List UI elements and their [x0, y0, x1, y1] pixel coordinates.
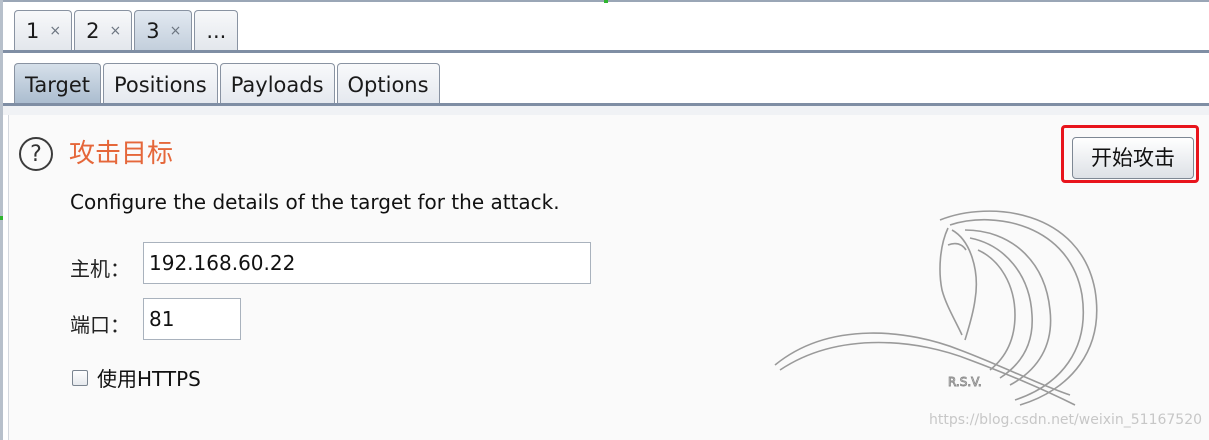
- new-tab-button[interactable]: ...: [194, 10, 239, 50]
- use-https-label[interactable]: 使用HTTPS: [97, 363, 201, 392]
- host-input[interactable]: 192.168.60.22: [143, 242, 591, 284]
- use-https-row: 使用HTTPS: [72, 363, 201, 392]
- help-icon[interactable]: ?: [19, 137, 53, 171]
- close-icon[interactable]: ×: [49, 23, 61, 39]
- attack-tab-strip: 1 × 2 × 3 × ...: [14, 10, 240, 52]
- tab-label: 1: [26, 18, 40, 43]
- logo-text: R.S.V.: [948, 375, 982, 389]
- use-https-checkbox[interactable]: [72, 369, 88, 386]
- tab-options[interactable]: Options: [336, 63, 440, 105]
- horse-logo: R.S.V.: [774, 210, 1098, 406]
- section-title: 攻击目标: [69, 139, 174, 169]
- tab-strip-divider: [3, 50, 1209, 53]
- tab-positions[interactable]: Positions: [102, 63, 218, 105]
- host-label: 主机：: [70, 257, 130, 281]
- start-attack-button[interactable]: 开始攻击: [1072, 137, 1194, 179]
- port-input[interactable]: 81: [143, 298, 241, 340]
- panel-gap: [3, 106, 1209, 115]
- tab-label: ...: [206, 18, 227, 43]
- tab-payloads[interactable]: Payloads: [219, 63, 335, 105]
- close-icon[interactable]: ×: [109, 23, 121, 39]
- attack-tab-2[interactable]: 2 ×: [74, 10, 133, 50]
- resize-marker: [604, 0, 608, 3]
- watermark: https://blog.csdn.net/weixin_51167520: [929, 412, 1203, 428]
- tab-label: 3: [146, 18, 160, 43]
- window-left-edge: [0, 0, 3, 440]
- close-icon[interactable]: ×: [170, 23, 182, 39]
- tab-target[interactable]: Target: [14, 63, 101, 105]
- tab-label: Payloads: [230, 72, 324, 97]
- section-description: Configure the details of the target for …: [70, 190, 560, 214]
- tab-label: Options: [347, 72, 429, 97]
- intruder-sub-tabs: Target Positions Payloads Options: [14, 63, 442, 105]
- attack-tab-1[interactable]: 1 ×: [14, 10, 73, 50]
- tab-label: Target: [25, 72, 90, 97]
- tab-label: Positions: [113, 72, 207, 97]
- resize-marker: [0, 216, 3, 220]
- port-label: 端口：: [70, 313, 130, 337]
- attack-tab-3[interactable]: 3 ×: [134, 10, 193, 50]
- tab-label: 2: [86, 18, 100, 43]
